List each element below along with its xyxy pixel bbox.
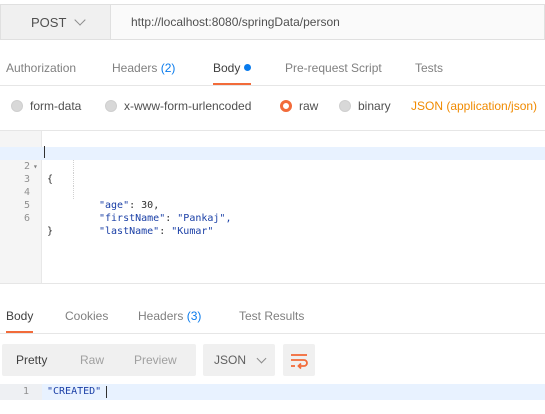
radio-form-data[interactable]: form-data — [11, 97, 81, 115]
tab-test-results[interactable]: Test Results — [239, 300, 304, 333]
indent-guide — [73, 173, 74, 186]
code-line: 6 } — [0, 199, 545, 237]
radio-icon — [105, 100, 117, 112]
indent-guide — [73, 186, 74, 199]
modified-dot-icon — [244, 64, 252, 71]
code-text: "firstName": "Pankaj", — [99, 213, 232, 224]
tab-label: Body — [6, 309, 34, 323]
chevron-down-icon — [256, 353, 267, 363]
tab-label: Test Results — [239, 309, 305, 323]
json-value: "Pankaj", — [177, 213, 232, 224]
headers-count: (2) — [160, 61, 176, 75]
tab-cookies[interactable]: Cookies — [65, 300, 108, 333]
radio-binary[interactable]: binary — [339, 97, 391, 115]
line-number: 6 — [23, 213, 30, 224]
tab-label: Cookies — [65, 309, 109, 323]
json-value: "Kumar" — [171, 226, 214, 237]
tab-tests[interactable]: Tests — [415, 52, 443, 85]
json-key: "firstName" — [99, 213, 166, 224]
response-text: "CREATED" — [47, 386, 102, 397]
tab-authorization[interactable]: Authorization — [6, 52, 76, 85]
radio-label: form-data — [30, 99, 82, 113]
radio-selected-icon — [280, 100, 292, 112]
format-dropdown[interactable]: JSON — [203, 344, 275, 376]
code-line: 4 "firstName": "Pankaj", — [0, 173, 545, 224]
code-text: } — [47, 226, 54, 237]
url-text: http://localhost:8080/springData/person — [131, 15, 340, 29]
preview-button[interactable]: Preview — [134, 344, 177, 376]
wrap-lines-button[interactable] — [283, 344, 315, 376]
radio-raw[interactable]: raw — [280, 97, 318, 115]
request-url-bar: POST http://localhost:8080/springData/pe… — [0, 0, 545, 46]
code-line-active: 2 — [0, 147, 545, 172]
line-number: 1 — [22, 386, 29, 397]
code-line: 3 "age": 30, — [0, 160, 545, 211]
tab-label: Tests — [415, 61, 444, 75]
tab-headers[interactable]: Headers (2) — [112, 52, 175, 85]
format-label: JSON — [214, 353, 247, 367]
text-cursor — [44, 146, 45, 158]
text-cursor — [106, 386, 107, 398]
tab-label: Pre-request Script — [285, 61, 382, 75]
raw-button[interactable]: Raw — [80, 344, 104, 376]
request-body-editor[interactable]: 1 ▾ { 2 3 "age": 30, 4 "firstName": "Pan… — [0, 130, 545, 284]
response-body-viewer[interactable]: 1 "CREATED" — [0, 384, 545, 400]
content-type-dropdown[interactable]: JSON (application/json) — [411, 97, 537, 115]
tab-label: Authorization — [6, 61, 77, 75]
radio-label: x-www-form-urlencoded — [124, 99, 252, 113]
response-toolbar: Pretty Raw Preview JSON — [0, 344, 545, 376]
code-line: 5 "lastName": "Kumar" — [0, 186, 545, 237]
tab-label: Headers — [112, 61, 158, 75]
response-tabs: Body Cookies Headers (3) Test Results — [0, 300, 545, 334]
tab-pre-request-script[interactable]: Pre-request Script — [285, 52, 382, 85]
tab-response-headers[interactable]: Headers (3) — [138, 300, 201, 333]
method-label: POST — [31, 14, 67, 30]
pretty-button[interactable]: Pretty — [16, 344, 47, 376]
radio-label: binary — [358, 99, 391, 113]
tab-label: Body — [213, 61, 241, 75]
chevron-down-icon — [74, 14, 87, 26]
code-text: "lastName": "Kumar" — [99, 226, 214, 237]
method-dropdown[interactable]: POST — [0, 4, 110, 40]
radio-icon — [11, 100, 23, 112]
json-key: "lastName" — [99, 226, 160, 237]
radio-x-www-form-urlencoded[interactable]: x-www-form-urlencoded — [105, 97, 251, 115]
url-input[interactable]: http://localhost:8080/springData/person — [110, 4, 545, 40]
body-mode-selector: form-data x-www-form-urlencoded raw bina… — [0, 92, 545, 120]
radio-label: raw — [299, 99, 319, 113]
tab-label: Headers — [138, 309, 184, 323]
code-line: 1 ▾ { — [0, 134, 545, 185]
view-mode-group: Pretty Raw Preview — [2, 344, 196, 376]
headers-count: (3) — [186, 309, 202, 323]
tab-response-body[interactable]: Body — [6, 300, 34, 333]
request-tabs: Authorization Headers (2) Body Pre-reque… — [0, 52, 545, 86]
radio-icon — [339, 100, 351, 112]
tab-body[interactable]: Body — [213, 52, 252, 85]
indent-guide — [73, 160, 74, 173]
wrap-lines-icon — [291, 354, 308, 370]
